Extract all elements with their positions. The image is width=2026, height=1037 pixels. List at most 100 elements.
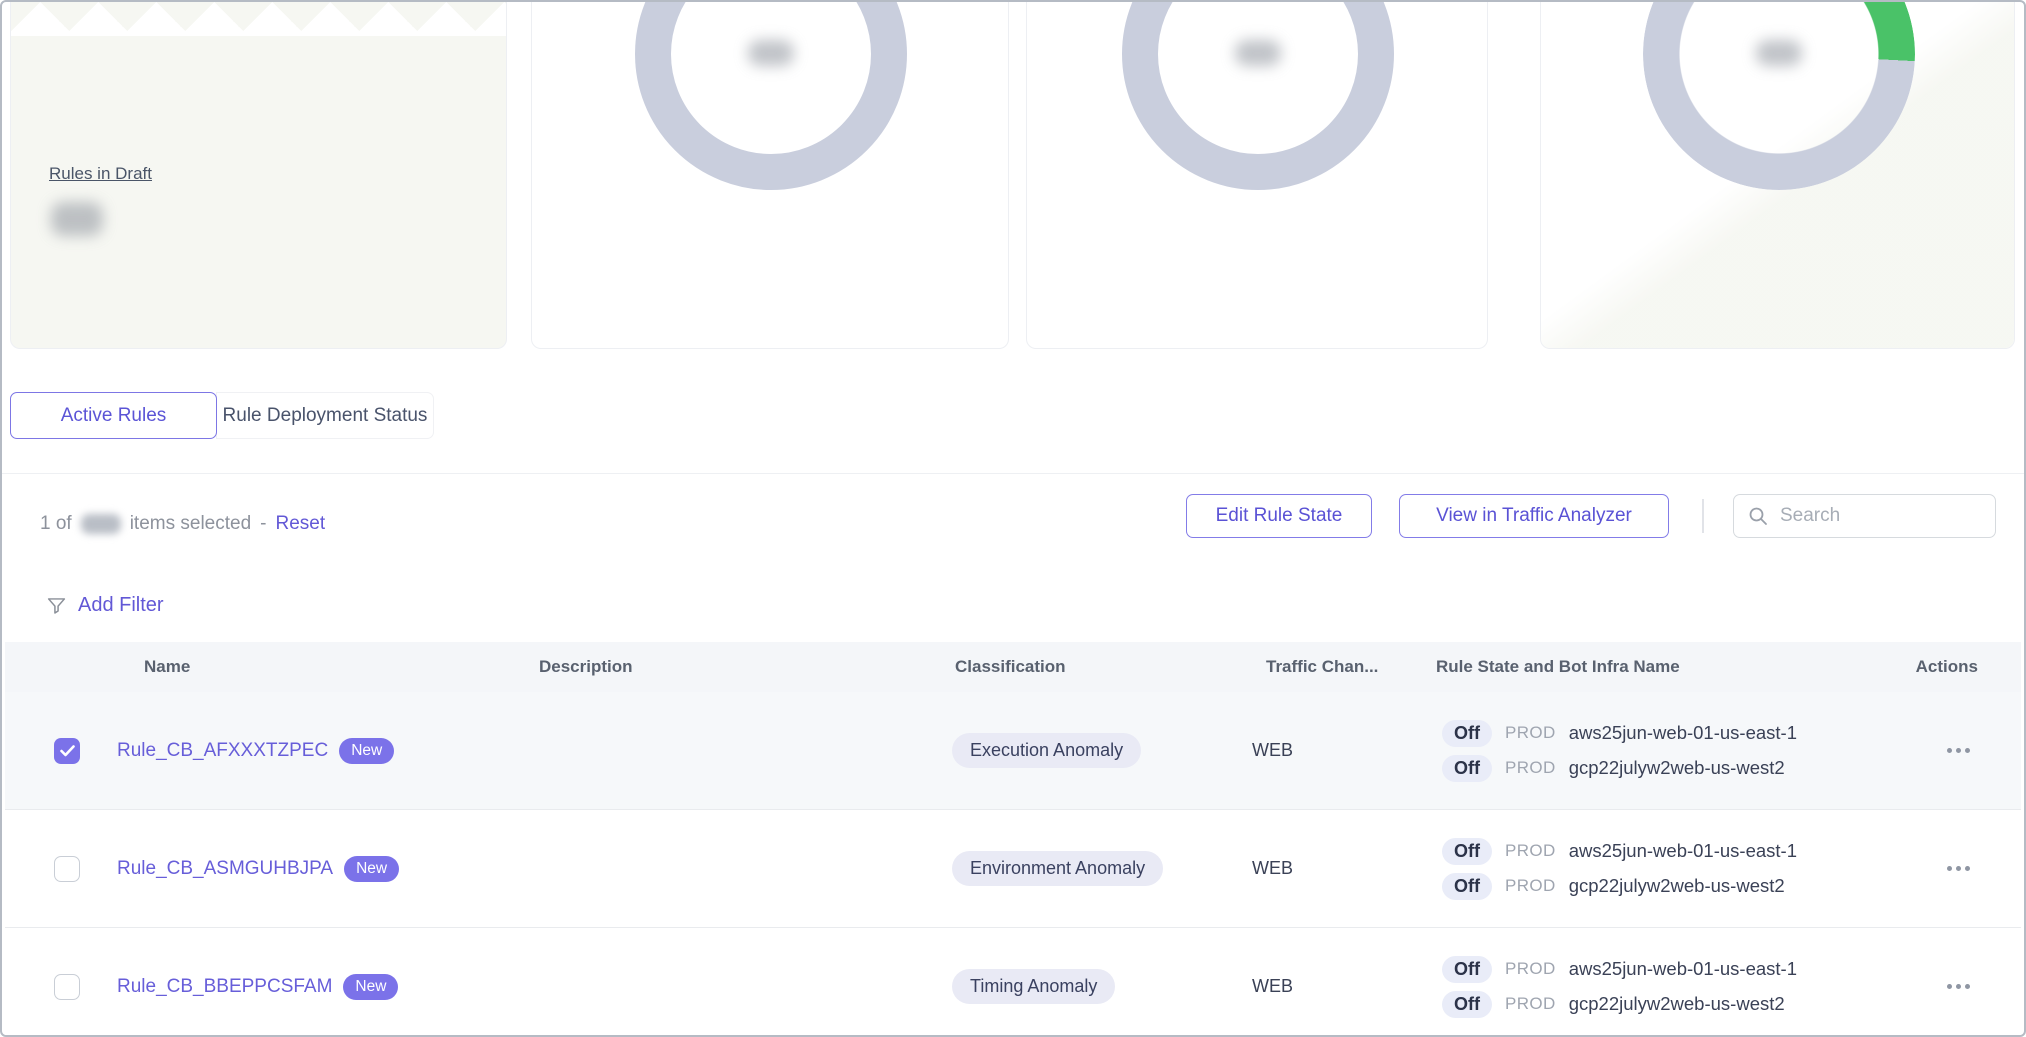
search-icon <box>1748 506 1768 526</box>
classification-cell: Timing Anomaly <box>952 928 1115 1037</box>
rule-state-line: Off PROD aws25jun-web-01-us-east-1 <box>1442 838 1797 865</box>
state-off-pill: Off <box>1442 991 1492 1018</box>
checkmark-icon <box>60 745 75 757</box>
column-header-classification: Classification <box>955 642 1066 692</box>
rules-dashboard-page: Rules in Draft Active Rules Rule Deploym… <box>0 0 2026 1037</box>
state-off-pill: Off <box>1442 755 1492 782</box>
add-filter-button[interactable]: Add Filter <box>46 594 164 617</box>
search-input[interactable] <box>1778 504 1962 528</box>
row-checkbox-unchecked[interactable] <box>54 856 80 882</box>
ellipsis-icon <box>1965 984 1970 989</box>
row-checkbox-cell <box>54 692 80 809</box>
ellipsis-icon <box>1965 866 1970 871</box>
traffic-channel-cell: WEB <box>1252 928 1293 1037</box>
bot-infra-name: gcp22julyw2web-us-west2 <box>1569 757 1785 779</box>
bot-infra-name: aws25jun-web-01-us-east-1 <box>1569 722 1797 744</box>
column-header-description: Description <box>539 642 633 692</box>
env-label: PROD <box>1505 758 1556 778</box>
column-header-rule-state: Rule State and Bot Infra Name <box>1436 642 1680 692</box>
ellipsis-icon <box>1956 984 1961 989</box>
toolbar-divider <box>1702 499 1704 533</box>
rule-state-line: Off PROD gcp22julyw2web-us-west2 <box>1442 991 1785 1018</box>
selection-separator: - <box>260 513 266 535</box>
tab-active-rules[interactable]: Active Rules <box>10 392 217 439</box>
state-off-pill: Off <box>1442 956 1492 983</box>
tab-rule-deployment-status[interactable]: Rule Deployment Status <box>216 392 434 439</box>
classification-pill: Timing Anomaly <box>952 969 1115 1004</box>
selection-bar: 1 of items selected - Reset <box>40 505 325 543</box>
classification-pill: Environment Anomaly <box>952 851 1163 886</box>
search-box <box>1733 494 1996 538</box>
classification-pill: Execution Anomaly <box>952 733 1141 768</box>
rule-name-link[interactable]: Rule_CB_BBEPPCSFAM <box>117 976 332 998</box>
filter-funnel-icon <box>46 595 67 616</box>
state-off-pill: Off <box>1442 720 1492 747</box>
rule-name-link[interactable]: Rule_CB_AFXXXTZPEC <box>117 740 328 762</box>
row-checkbox-cell <box>54 928 80 1037</box>
rule-state-cell: Off PROD aws25jun-web-01-us-east-1 Off P… <box>1442 928 1797 1037</box>
env-label: PROD <box>1505 723 1556 743</box>
rule-state-line: Off PROD aws25jun-web-01-us-east-1 <box>1442 720 1797 747</box>
env-label: PROD <box>1505 959 1556 979</box>
rule-name-cell: Rule_CB_BBEPPCSFAM New <box>117 928 398 1037</box>
section-divider <box>2 473 2024 474</box>
zigzag-pattern <box>11 2 506 42</box>
new-badge: New <box>344 856 399 882</box>
row-checkbox-checked[interactable] <box>54 738 80 764</box>
ellipsis-icon <box>1947 748 1952 753</box>
row-checkbox-cell <box>54 810 80 927</box>
rules-in-draft-link[interactable]: Rules in Draft <box>49 164 152 184</box>
donut-chart <box>635 2 907 190</box>
view-in-traffic-analyzer-button[interactable]: View in Traffic Analyzer <box>1399 494 1669 538</box>
rule-state-line: Off PROD aws25jun-web-01-us-east-1 <box>1442 956 1797 983</box>
row-actions-menu[interactable] <box>1937 810 1979 927</box>
rule-state-cell: Off PROD aws25jun-web-01-us-east-1 Off P… <box>1442 810 1797 927</box>
donut-card-3 <box>1026 2 1488 349</box>
env-label: PROD <box>1505 994 1556 1014</box>
table-row: Rule_CB_ASMGUHBJPA New Environment Anoma… <box>5 810 2021 928</box>
rule-name-link[interactable]: Rule_CB_ASMGUHBJPA <box>117 858 333 880</box>
rule-state-line: Off PROD gcp22julyw2web-us-west2 <box>1442 873 1785 900</box>
redacted-value <box>748 40 794 66</box>
redacted-total-count <box>81 514 121 534</box>
rule-name-cell: Rule_CB_ASMGUHBJPA New <box>117 810 399 927</box>
row-actions-menu[interactable] <box>1937 928 1979 1037</box>
table-row: Rule_CB_AFXXXTZPEC New Execution Anomaly… <box>5 692 2021 810</box>
row-actions-menu[interactable] <box>1937 692 1979 809</box>
table-header: Name Description Classification Traffic … <box>5 642 2021 692</box>
row-checkbox-unchecked[interactable] <box>54 974 80 1000</box>
rule-name-cell: Rule_CB_AFXXXTZPEC New <box>117 692 394 809</box>
bot-infra-name: gcp22julyw2web-us-west2 <box>1569 875 1785 897</box>
rule-state-line: Off PROD gcp22julyw2web-us-west2 <box>1442 755 1785 782</box>
reset-link[interactable]: Reset <box>275 513 325 535</box>
redacted-value <box>1235 40 1281 66</box>
selection-count-prefix: 1 of <box>40 513 72 535</box>
donut-chart <box>1122 2 1394 190</box>
redacted-value <box>1756 40 1802 66</box>
ellipsis-icon <box>1947 866 1952 871</box>
column-header-name: Name <box>144 642 190 692</box>
column-header-traffic-channel: Traffic Chan... <box>1266 642 1378 692</box>
new-badge: New <box>339 738 394 764</box>
add-filter-label: Add Filter <box>78 594 164 617</box>
ellipsis-icon <box>1956 866 1961 871</box>
bot-infra-name: aws25jun-web-01-us-east-1 <box>1569 840 1797 862</box>
state-off-pill: Off <box>1442 873 1492 900</box>
rules-in-draft-card: Rules in Draft <box>10 2 507 349</box>
donut-card-2 <box>531 2 1009 349</box>
ellipsis-icon <box>1947 984 1952 989</box>
classification-cell: Environment Anomaly <box>952 810 1163 927</box>
traffic-channel-cell: WEB <box>1252 810 1293 927</box>
table-row: Rule_CB_BBEPPCSFAM New Timing Anomaly WE… <box>5 928 2021 1037</box>
env-label: PROD <box>1505 876 1556 896</box>
rule-state-cell: Off PROD aws25jun-web-01-us-east-1 Off P… <box>1442 692 1797 809</box>
redacted-value <box>51 202 103 236</box>
ellipsis-icon <box>1965 748 1970 753</box>
column-header-actions: Actions <box>1907 642 1978 692</box>
ellipsis-icon <box>1956 748 1961 753</box>
donut-card-4 <box>1540 2 2015 349</box>
new-badge: New <box>343 974 398 1000</box>
edit-rule-state-button[interactable]: Edit Rule State <box>1186 494 1372 538</box>
env-label: PROD <box>1505 841 1556 861</box>
state-off-pill: Off <box>1442 838 1492 865</box>
